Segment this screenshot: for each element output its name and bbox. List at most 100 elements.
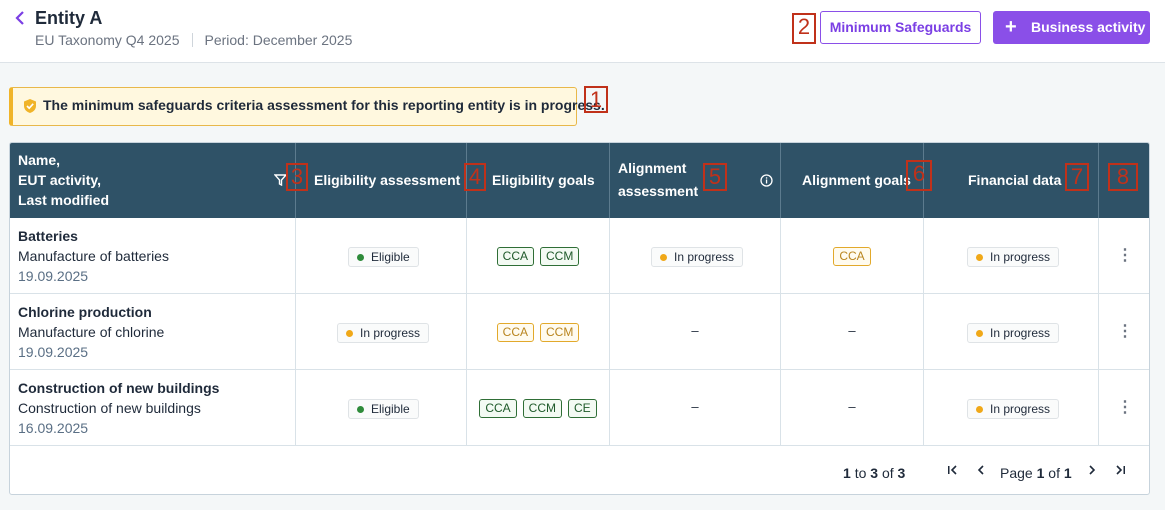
row-count-to: 3 — [870, 465, 879, 481]
eut-activity: Manufacture of chlorine — [18, 324, 165, 340]
goal-tags: CCA CCM — [467, 247, 609, 266]
goal-tag: CCM — [540, 247, 580, 266]
status-text: In progress — [990, 250, 1051, 264]
cell-actions: ⋮ — [1099, 294, 1149, 370]
goal-tag: CCA — [833, 247, 871, 266]
info-icon[interactable] — [760, 174, 773, 190]
banner-text: The minimum safeguards criteria assessme… — [43, 97, 605, 113]
table-header: Name, EUT activity, Last modified Eligib… — [10, 143, 1149, 218]
last-page-icon[interactable] — [1112, 463, 1128, 481]
in-progress-dot-icon — [976, 254, 983, 261]
in-progress-dot-icon — [346, 330, 353, 337]
goal-tags: CCA CCM CE — [467, 399, 609, 418]
column-alignment-goals-label: Alignment goals — [802, 172, 911, 188]
cell-alignment-assessment: – — [610, 370, 781, 446]
total-pages: 1 — [1063, 465, 1072, 481]
goal-tags: CCA CCM — [467, 323, 609, 342]
eligible-dot-icon — [357, 406, 364, 413]
page-title: Entity A — [35, 8, 103, 28]
empty-value: – — [848, 399, 856, 414]
last-modified: 19.09.2025 — [18, 268, 89, 284]
current-page: 1 — [1036, 465, 1045, 481]
cell-alignment-goals: CCA — [781, 218, 924, 294]
cell-name: Chlorine production Manufacture of chlor… — [10, 294, 296, 370]
last-modified: 16.09.2025 — [18, 420, 89, 436]
add-business-activity-button[interactable]: + Business activity — [993, 11, 1150, 44]
activities-table: Name, EUT activity, Last modified Eligib… — [9, 142, 1150, 495]
cell-financial-data: In progress — [924, 218, 1099, 294]
eut-activity: Manufacture of batteries — [18, 248, 169, 264]
column-header-eligibility-assessment[interactable]: Eligibility assessment — [296, 143, 467, 218]
status-badge: In progress — [651, 247, 744, 267]
column-header-alignment-goals[interactable]: Alignment goals — [781, 143, 924, 218]
activity-name[interactable]: Chlorine production — [18, 304, 152, 320]
cell-alignment-goals: – — [781, 294, 924, 370]
period-label: Period: December 2025 — [204, 32, 353, 48]
status-badge: Eligible — [348, 399, 419, 419]
status-text: In progress — [360, 326, 421, 340]
annotation-marker-5: 5 — [703, 163, 727, 191]
back-chevron-icon[interactable] — [14, 8, 28, 28]
status-text: In progress — [990, 402, 1051, 416]
more-options-icon[interactable]: ⋮ — [1099, 247, 1149, 265]
table-row[interactable]: Chlorine production Manufacture of chlor… — [10, 294, 1149, 370]
cell-alignment-assessment: – — [610, 294, 781, 370]
top-bar: Entity A EU Taxonomy Q4 2025 Period: Dece… — [0, 0, 1165, 63]
column-header-alignment-assessment[interactable]: Alignment assessment — [610, 143, 781, 218]
cell-financial-data: In progress — [924, 370, 1099, 446]
column-alignment-line2: assessment — [618, 183, 699, 199]
goal-tag: CCA — [496, 323, 534, 342]
empty-value: – — [691, 399, 699, 414]
cell-eligibility-assessment: In progress — [296, 294, 467, 370]
goal-tag: CCM — [540, 323, 580, 342]
column-eligibility-goals-label: Eligibility goals — [492, 172, 595, 188]
activity-name[interactable]: Construction of new buildings — [18, 380, 219, 396]
minimum-safeguards-button[interactable]: Minimum Safeguards — [820, 11, 981, 44]
status-badge: In progress — [967, 399, 1060, 419]
cell-alignment-assessment: In progress — [610, 218, 781, 294]
cell-alignment-goals: – — [781, 370, 924, 446]
business-activity-label: Business activity — [1031, 19, 1146, 35]
more-options-icon[interactable]: ⋮ — [1099, 323, 1149, 341]
previous-page-icon[interactable] — [973, 463, 989, 481]
cell-name: Construction of new buildings Constructi… — [10, 370, 296, 446]
status-badge: In progress — [337, 323, 430, 343]
activity-name[interactable]: Batteries — [18, 228, 78, 244]
eligible-dot-icon — [357, 254, 364, 261]
status-badge: Eligible — [348, 247, 419, 267]
taxonomy-label: EU Taxonomy Q4 2025 — [35, 32, 180, 48]
column-name-line2: EUT activity, — [18, 172, 101, 188]
cell-actions: ⋮ — [1099, 370, 1149, 446]
annotation-marker-8: 8 — [1108, 163, 1138, 191]
table-row[interactable]: Batteries Manufacture of batteries 19.09… — [10, 218, 1149, 294]
cell-financial-data: In progress — [924, 294, 1099, 370]
table-row[interactable]: Construction of new buildings Constructi… — [10, 370, 1149, 446]
annotation-marker-3: 3 — [286, 163, 308, 191]
annotation-marker-2: 2 — [792, 13, 816, 44]
page-of-word: of — [1048, 465, 1060, 481]
row-count: 1 to 3 of 3 — [843, 465, 905, 481]
annotation-marker-6: 6 — [906, 160, 932, 191]
row-count-to-word: to — [854, 465, 867, 481]
annotation-marker-4: 4 — [464, 163, 486, 191]
next-page-icon[interactable] — [1084, 463, 1100, 481]
column-header-name[interactable]: Name, EUT activity, Last modified — [10, 143, 296, 218]
page-word: Page — [1000, 465, 1033, 481]
last-modified: 19.09.2025 — [18, 344, 89, 360]
more-options-icon[interactable]: ⋮ — [1099, 399, 1149, 417]
column-name-line3: Last modified — [18, 192, 110, 208]
goal-tag: CCM — [522, 399, 562, 418]
column-header-eligibility-goals[interactable]: Eligibility goals — [467, 143, 610, 218]
page-subtitle: EU Taxonomy Q4 2025 Period: December 2025 — [35, 32, 352, 48]
status-badge: In progress — [967, 323, 1060, 343]
annotation-marker-7: 7 — [1065, 163, 1089, 191]
status-text: In progress — [990, 326, 1051, 340]
first-page-icon[interactable] — [945, 463, 961, 481]
cell-eligibility-assessment: Eligible — [296, 370, 467, 446]
plus-icon: + — [1005, 16, 1017, 38]
column-financial-data-label: Financial data — [968, 172, 1062, 188]
column-name-line1: Name, — [18, 152, 61, 168]
eut-activity: Construction of new buildings — [18, 400, 201, 416]
in-progress-dot-icon — [976, 406, 983, 413]
annotation-marker-1: 1 — [584, 86, 608, 113]
